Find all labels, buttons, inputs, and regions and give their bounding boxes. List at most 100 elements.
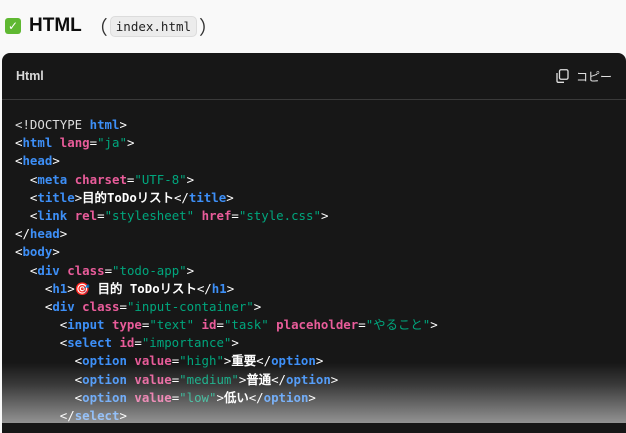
code-token: value [134, 372, 171, 387]
code-token: "low" [179, 390, 216, 405]
code-token: = [90, 135, 97, 150]
code-token: > [52, 153, 59, 168]
code-token [67, 172, 74, 187]
code-token: 低い [224, 390, 249, 405]
code-line: <select id="importance"> [15, 334, 612, 352]
code-token: html [22, 135, 52, 150]
code-line: <option value="medium">普通</option> [15, 371, 612, 389]
code-token: > [331, 372, 338, 387]
code-token: id [119, 335, 134, 350]
code-line: <option value="low">低い</option> [15, 389, 612, 407]
code-token: 重要 [231, 353, 256, 368]
code-token: rel [75, 208, 97, 223]
code-token: < [15, 317, 67, 332]
code-token: = [119, 299, 126, 314]
code-token: head [30, 226, 60, 241]
code-line: </select> [15, 407, 612, 425]
check-mark-icon: ✓ [5, 18, 21, 34]
code-token: option [82, 372, 127, 387]
code-token: </ [249, 390, 264, 405]
copy-button-label: コピー [576, 68, 612, 85]
code-line: <option value="high">重要</option> [15, 352, 612, 370]
code-line: </head> [15, 225, 612, 243]
code-token: <!DOCTYPE [15, 117, 90, 132]
code-token: < [15, 299, 52, 314]
code-line: <div class="todo-app"> [15, 262, 612, 280]
heading-paren-close: ） [199, 13, 218, 40]
code-line: <title>目的ToDoリスト</title> [15, 189, 612, 207]
code-token: < [15, 208, 37, 223]
copy-icon [556, 69, 569, 83]
code-token: > [67, 281, 74, 296]
section-heading: ✓ HTML （ index.html ） [0, 0, 626, 52]
code-token: option [264, 390, 309, 405]
code-token: </ [271, 372, 286, 387]
code-token: < [15, 390, 82, 405]
code-token: h1 [52, 281, 67, 296]
code-token: </ [15, 226, 30, 241]
code-token: </ [197, 281, 212, 296]
code-token: = [358, 317, 365, 332]
code-token: < [15, 353, 82, 368]
code-token: div [37, 263, 59, 278]
code-token: </ [256, 353, 271, 368]
code-line: <input type="text" id="task" placeholder… [15, 316, 612, 334]
code-line: <!DOCTYPE html> [15, 116, 612, 134]
code-token: title [37, 190, 74, 205]
code-token: charset [75, 172, 127, 187]
code-token: class [67, 263, 104, 278]
code-token: "importance" [142, 335, 232, 350]
code-token: "task" [224, 317, 269, 332]
code-token: id [202, 317, 217, 332]
code-token: = [105, 263, 112, 278]
copy-button[interactable]: コピー [556, 68, 612, 85]
code-token: < [15, 172, 37, 187]
code-token: option [82, 353, 127, 368]
code-token: href [202, 208, 232, 223]
code-token: lang [60, 135, 90, 150]
code-token [52, 135, 59, 150]
code-token: 🎯 目的 ToDoリスト [75, 281, 197, 296]
code-token [67, 208, 74, 223]
code-token: </ [15, 408, 75, 423]
code-token: < [15, 190, 37, 205]
code-token: select [67, 335, 112, 350]
code-token: </ [174, 190, 189, 205]
code-token: > [430, 317, 437, 332]
code-token: option [286, 372, 331, 387]
code-token: = [231, 208, 238, 223]
code-token: "high" [179, 353, 224, 368]
code-line: <h1>🎯 目的 ToDoリスト</h1> [15, 280, 612, 298]
code-token: select [75, 408, 120, 423]
code-token: > [226, 190, 233, 205]
code-token: > [119, 408, 126, 423]
code-token: class [82, 299, 119, 314]
code-token: h1 [212, 281, 227, 296]
code-token: > [308, 390, 315, 405]
code-line: <head> [15, 152, 612, 170]
code-token: input [67, 317, 104, 332]
code-line: <link rel="stylesheet" href="style.css"> [15, 207, 612, 225]
code-token: < [15, 281, 52, 296]
code-token: 普通 [246, 372, 271, 387]
code-token: > [227, 281, 234, 296]
code-token: > [119, 117, 126, 132]
code-token: div [52, 299, 74, 314]
code-token: option [82, 390, 127, 405]
heading-paren-open: （ [89, 13, 108, 40]
code-token: "todo-app" [112, 263, 187, 278]
code-token: head [22, 153, 52, 168]
code-token: value [134, 353, 171, 368]
code-token: link [37, 208, 67, 223]
code-token: placeholder [276, 317, 358, 332]
code-token: > [187, 263, 194, 278]
code-line: <meta charset="UTF-8"> [15, 171, 612, 189]
code-token: > [321, 208, 328, 223]
code-token: = [134, 335, 141, 350]
code-token: < [15, 263, 37, 278]
inline-code-filename: index.html [110, 16, 197, 37]
code-token: "style.css" [239, 208, 321, 223]
code-token [105, 317, 112, 332]
code-block: Html コピー <!DOCTYPE html><html lang="ja">… [2, 53, 626, 433]
code-token: "medium" [179, 372, 239, 387]
